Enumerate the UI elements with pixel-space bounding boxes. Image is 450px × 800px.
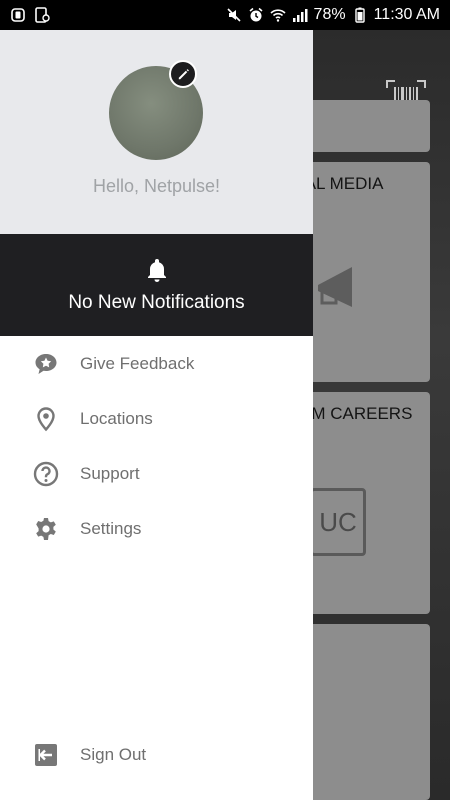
help-circle-icon <box>33 461 59 487</box>
menu-item-label: Support <box>80 463 140 483</box>
sim-icon <box>34 7 50 23</box>
menu-item-locations[interactable]: Locations <box>0 391 313 446</box>
menu-item-label: Locations <box>80 408 153 428</box>
menu-item-support[interactable]: Support <box>0 446 313 501</box>
sign-out-label: Sign Out <box>80 744 147 764</box>
drawer-menu: Give Feedback Locations Support Settings <box>0 336 313 556</box>
status-bar: 78% 11:30 AM <box>0 0 450 30</box>
megaphone-icon <box>308 257 368 317</box>
gear-icon <box>33 516 59 542</box>
menu-item-settings[interactable]: Settings <box>0 501 313 556</box>
menu-item-give-feedback[interactable]: Give Feedback <box>0 336 313 391</box>
sign-out-button[interactable]: Sign Out <box>0 727 313 782</box>
careers-logo: UC <box>310 488 366 556</box>
notifications-banner[interactable]: No New Notifications <box>0 234 313 336</box>
navigation-drawer: Hello, Netpulse! No New Notifications Gi… <box>0 30 313 800</box>
background-card[interactable] <box>300 624 430 800</box>
clock: 11:30 AM <box>373 6 440 23</box>
pencil-icon <box>176 67 191 82</box>
bell-icon <box>143 256 171 284</box>
background-card[interactable] <box>300 100 430 152</box>
social-media-card[interactable]: IAL MEDIA <box>300 162 430 382</box>
greeting-text: Hello, Netpulse! <box>92 176 221 196</box>
sign-out-icon <box>33 742 59 768</box>
battery-percent: 78% <box>313 6 346 23</box>
mute-icon <box>226 7 242 23</box>
notifications-text: No New Notifications <box>68 292 245 313</box>
card-title: IAL MEDIA <box>300 174 384 193</box>
battery-icon <box>352 7 368 23</box>
card-title: YM CAREERS <box>300 404 413 423</box>
location-pin-icon <box>33 406 59 432</box>
alarm-icon <box>248 7 264 23</box>
wifi-icon <box>269 7 286 23</box>
profile-header: Hello, Netpulse! <box>0 30 313 234</box>
app-notification-icon <box>10 7 26 23</box>
signal-icon <box>292 7 308 23</box>
edit-profile-button[interactable] <box>169 60 197 88</box>
menu-item-label: Settings <box>80 518 142 538</box>
feedback-star-icon <box>33 351 59 377</box>
gym-careers-card[interactable]: YM CAREERS UC <box>300 392 430 614</box>
menu-item-label: Give Feedback <box>80 353 195 373</box>
